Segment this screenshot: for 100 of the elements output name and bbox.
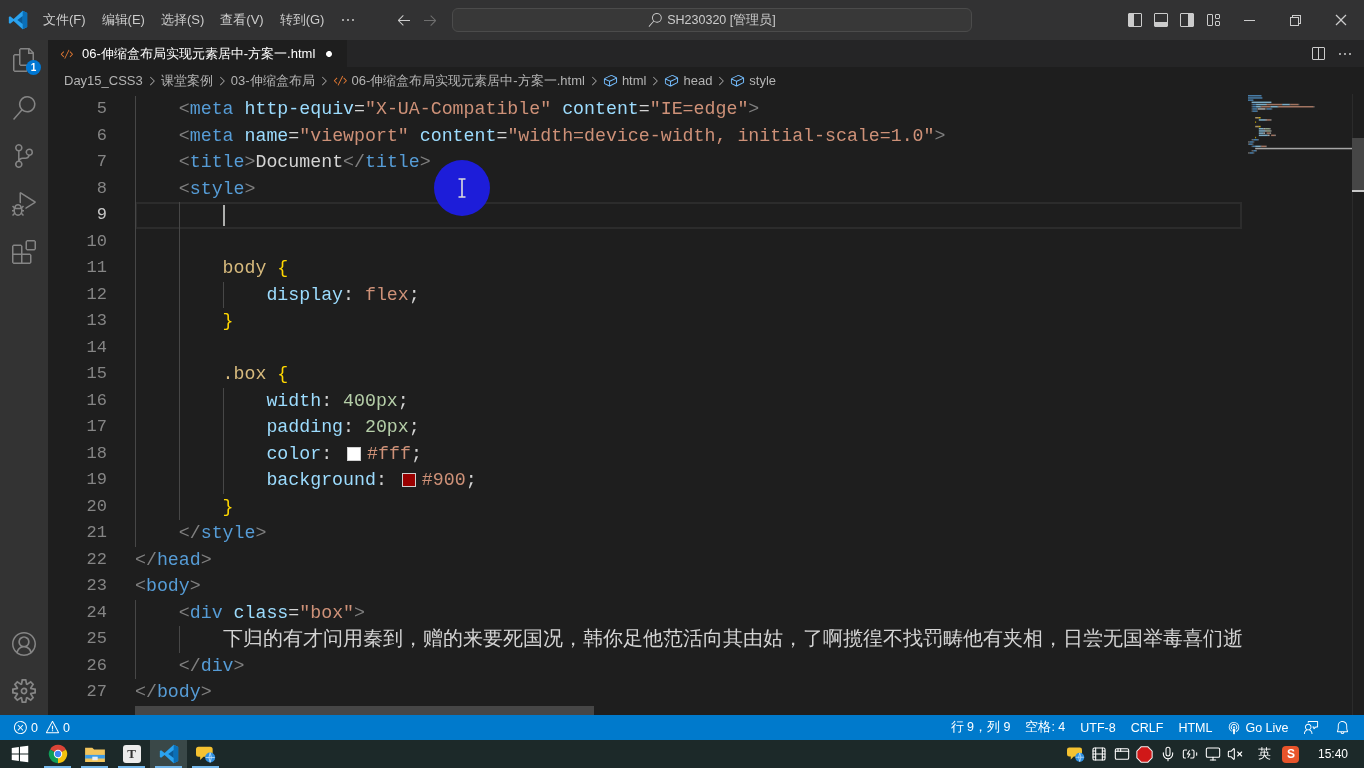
ime-logo[interactable]: S bbox=[1282, 745, 1300, 763]
stop-icon[interactable] bbox=[1136, 745, 1154, 763]
taskbar-button[interactable]: T bbox=[113, 740, 150, 768]
menu-item[interactable]: 文件(F) bbox=[35, 7, 94, 33]
menu-item[interactable]: 转到(G) bbox=[271, 7, 333, 33]
sidebar-right-icon[interactable] bbox=[1179, 12, 1195, 28]
line-number: 16 bbox=[86, 389, 107, 412]
cursor-marker-icon bbox=[1352, 190, 1364, 192]
code-line: #900; bbox=[421, 469, 477, 492]
battery-icon[interactable] bbox=[1182, 746, 1199, 762]
breadcrumb-item[interactable]: Day15_CSS3 bbox=[64, 73, 143, 88]
close-icon[interactable] bbox=[1333, 12, 1349, 28]
cube-icon bbox=[602, 73, 618, 88]
layout-icon[interactable] bbox=[1205, 12, 1221, 28]
status-item[interactable]: UTF-8 bbox=[1072, 715, 1124, 740]
code-line: } bbox=[222, 495, 234, 519]
run-debug-icon[interactable] bbox=[12, 192, 36, 216]
code-line: .box { bbox=[222, 363, 289, 386]
input-language[interactable]: 英 bbox=[1257, 745, 1271, 763]
line-number: 7 bbox=[96, 151, 107, 173]
breadcrumb-item[interactable]: 课堂案例 bbox=[160, 71, 213, 90]
breadcrumb-item[interactable]: head bbox=[664, 73, 713, 88]
line-number: 26 bbox=[86, 654, 107, 677]
chat-bubble-icon[interactable] bbox=[1066, 745, 1085, 763]
code-line: <style> bbox=[178, 177, 256, 201]
feedback-icon[interactable] bbox=[1304, 720, 1319, 735]
breadcrumb-item[interactable]: html bbox=[602, 73, 647, 88]
line-number: 11 bbox=[86, 257, 107, 279]
status-item[interactable]: HTML bbox=[1170, 715, 1220, 740]
code-file-icon bbox=[332, 73, 348, 88]
editor-tab[interactable]: 06-伸缩盒布局实现元素居中-方案一.html bbox=[48, 40, 348, 67]
code-line: display: flex; bbox=[266, 283, 420, 307]
panel-bottom-icon[interactable] bbox=[1153, 12, 1169, 28]
monitor-icon[interactable] bbox=[1204, 746, 1221, 762]
error-icon bbox=[13, 720, 28, 735]
go-live-button[interactable]: Go Live bbox=[1219, 715, 1296, 740]
command-center[interactable]: SH230320 [管理员] bbox=[452, 8, 972, 32]
volume-muted-icon[interactable] bbox=[1227, 746, 1244, 762]
cube-icon bbox=[664, 73, 680, 88]
bell-icon[interactable] bbox=[1335, 720, 1350, 735]
window-icon[interactable] bbox=[1113, 746, 1130, 762]
taskbar-clock[interactable]: 15:40 bbox=[1317, 747, 1348, 761]
status-item[interactable]: CRLF bbox=[1123, 715, 1171, 740]
code-line: </div> bbox=[178, 654, 245, 678]
line-number: 5 bbox=[96, 98, 107, 120]
line-number: 14 bbox=[86, 336, 107, 359]
source-control-icon[interactable] bbox=[12, 144, 36, 168]
breadcrumb-item[interactable]: 03-伸缩盒布局 bbox=[230, 71, 315, 90]
code-line: </head> bbox=[135, 548, 212, 572]
line-number: 18 bbox=[86, 442, 107, 465]
code-line: 下归的有才问用秦到，赠的来要死国况，韩你足他范活向其由姑，了啊揽徨不找罚畴他有夹相，日尝无国举毒喜们逝 bbox=[222, 626, 1242, 652]
notification-badge: 1 bbox=[26, 60, 41, 75]
menu-item[interactable]: 编辑(E) bbox=[93, 7, 153, 33]
code-line: </body> bbox=[135, 681, 212, 704]
color-swatch-icon[interactable] bbox=[401, 473, 416, 488]
account-icon[interactable] bbox=[12, 632, 36, 656]
search-icon[interactable] bbox=[12, 96, 36, 120]
extensions-icon[interactable] bbox=[12, 240, 36, 264]
code-line: <title>Document</title> bbox=[178, 151, 431, 174]
sidebar-left-icon[interactable] bbox=[1127, 12, 1143, 28]
code-line: } bbox=[222, 310, 234, 333]
scrollbar-thumb[interactable] bbox=[1352, 138, 1364, 190]
film-icon[interactable] bbox=[1091, 746, 1108, 762]
chat-bubble-icon[interactable] bbox=[195, 744, 216, 764]
split-editor-icon[interactable] bbox=[1310, 45, 1326, 62]
line-number: 15 bbox=[86, 363, 107, 385]
line-number: 8 bbox=[96, 177, 107, 200]
letter-logo: T bbox=[122, 745, 141, 763]
line-number: 20 bbox=[86, 495, 107, 518]
code-line: #fff; bbox=[367, 442, 422, 466]
text-cursor-icon bbox=[222, 204, 225, 226]
breadcrumb-item[interactable]: style bbox=[730, 73, 777, 88]
line-number: 21 bbox=[86, 522, 107, 544]
line-number: 17 bbox=[86, 416, 107, 438]
round-logo-icon[interactable] bbox=[47, 744, 68, 764]
code-line: width: 400px; bbox=[266, 389, 409, 413]
line-number: 10 bbox=[86, 230, 107, 253]
line-number: 12 bbox=[86, 283, 107, 306]
menu-item[interactable]: 选择(S) bbox=[152, 7, 213, 33]
code-line: </style> bbox=[178, 522, 267, 545]
scrollbar-thumb[interactable] bbox=[135, 705, 594, 715]
status-item[interactable]: 行 9，列 9 bbox=[943, 715, 1018, 740]
restore-icon[interactable] bbox=[1287, 12, 1303, 28]
line-number: 13 bbox=[86, 310, 107, 332]
code-line: background: bbox=[266, 469, 388, 492]
problems-button[interactable]: 0 0 bbox=[13, 720, 70, 735]
folder-icon[interactable] bbox=[83, 745, 106, 763]
code-line: <meta name="viewport" content="width=device-width, initial-scale=1.0"> bbox=[178, 124, 946, 148]
line-number: 9 bbox=[96, 204, 107, 226]
settings-icon[interactable] bbox=[12, 679, 36, 703]
color-swatch-icon[interactable] bbox=[347, 446, 362, 461]
line-number: 22 bbox=[86, 548, 107, 571]
breadcrumb-item[interactable]: 06-伸缩盒布局实现元素居中-方案一.html bbox=[332, 71, 585, 90]
cube-icon bbox=[730, 73, 746, 88]
status-item[interactable]: 空格: 4 bbox=[1017, 715, 1073, 740]
start-icon[interactable] bbox=[10, 745, 29, 763]
line-number: 19 bbox=[86, 469, 107, 491]
pointer-highlight-icon bbox=[434, 160, 490, 216]
code-line: body { bbox=[222, 257, 289, 280]
menu-item[interactable]: 查看(V) bbox=[212, 7, 272, 33]
